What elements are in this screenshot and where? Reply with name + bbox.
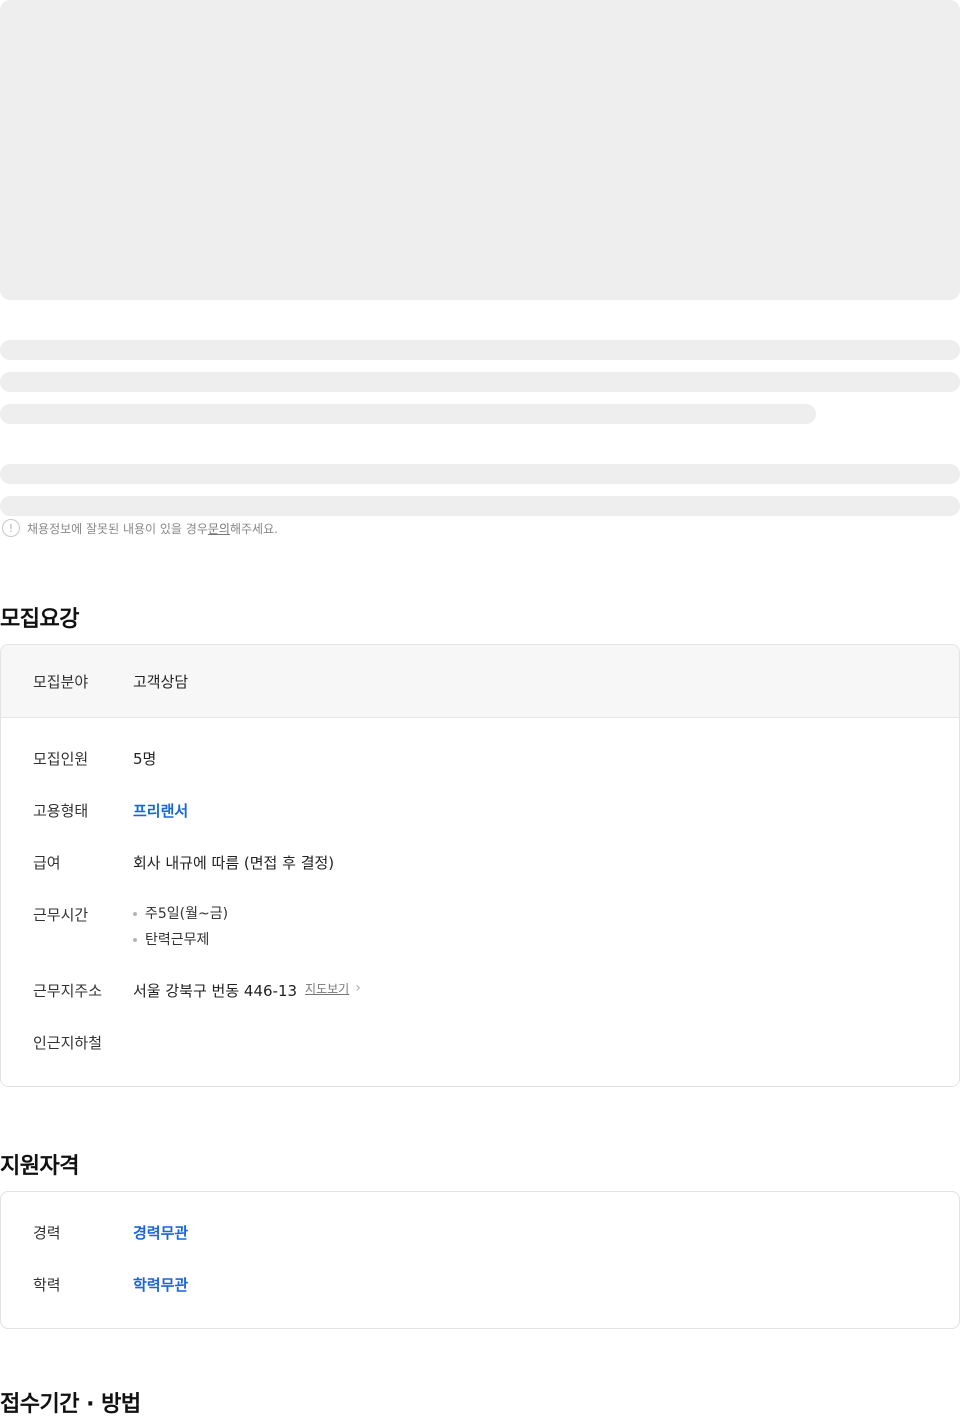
nearby-subway-row: 인근지하철 — [1, 1032, 959, 1072]
field-value: 고객상담 — [133, 672, 189, 691]
list-item: 주5일(월~금) — [133, 904, 228, 930]
headcount-value: 5명 — [133, 750, 157, 768]
application-section-title: 접수기간 · 방법 — [0, 1392, 141, 1417]
headcount-row: 모집인원 5명 — [1, 748, 959, 800]
qualifications-card: 경력 경력무관 학력 학력무관 — [0, 1191, 960, 1329]
work-address-label: 근무지주소 — [33, 982, 103, 1000]
exclamation-circle-icon: ! — [2, 519, 20, 537]
work-address-value: 서울 강북구 번동 446-13 — [133, 982, 298, 1000]
skeleton-line — [0, 372, 960, 392]
salary-row: 급여 회사 내규에 따름 (면접 후 결정) — [1, 852, 959, 904]
nearby-subway-label: 인근지하철 — [33, 1034, 103, 1052]
work-hours-row: 근무시간 주5일(월~금) 탄력근무제 — [1, 904, 959, 980]
employment-type-row: 고용형태 프리랜서 — [1, 800, 959, 852]
notice-text-after: 해주세요. — [229, 521, 278, 536]
chevron-right-icon: › — [355, 980, 361, 996]
experience-row: 경력 경력무관 — [1, 1222, 959, 1274]
inquiry-link[interactable]: 문의 — [208, 520, 230, 537]
salary-value: 회사 내규에 따름 (면접 후 결정) — [133, 854, 335, 872]
skeleton-line — [0, 496, 960, 516]
work-hours-label: 근무시간 — [33, 906, 89, 924]
recruitment-card: 모집분야 고객상담 모집인원 5명 고용형태 프리랜서 급여 회사 내규에 따름… — [0, 644, 960, 1087]
work-hours-list: 주5일(월~금) 탄력근무제 — [133, 904, 228, 956]
salary-label: 급여 — [33, 854, 61, 872]
skeleton-line — [0, 404, 816, 424]
headcount-label: 모집인원 — [33, 750, 89, 768]
education-row: 학력 학력무관 — [1, 1274, 959, 1314]
skeleton-line — [0, 464, 960, 484]
education-label: 학력 — [33, 1276, 61, 1294]
qualifications-section-title: 지원자격 — [0, 1154, 79, 1179]
education-value: 학력무관 — [133, 1276, 189, 1294]
skeleton-image-placeholder — [0, 0, 960, 300]
employment-type-value: 프리랜서 — [133, 802, 189, 820]
field-label: 모집분야 — [33, 672, 89, 691]
experience-value: 경력무관 — [133, 1224, 189, 1242]
error-report-notice: ! 채용정보에 잘못된 내용이 있을 경우 문의 해주세요. — [2, 518, 278, 538]
job-detail-page: ! 채용정보에 잘못된 내용이 있을 경우 문의 해주세요. 모집요강 모집분야… — [0, 0, 960, 1417]
skeleton-line — [0, 340, 960, 360]
recruitment-field-row: 모집분야 고객상담 — [1, 645, 959, 718]
notice-text-before: 채용정보에 잘못된 내용이 있을 경우 — [27, 521, 208, 536]
view-map-link[interactable]: 지도보기 — [305, 980, 349, 997]
employment-type-label: 고용형태 — [33, 802, 89, 820]
list-item: 탄력근무제 — [133, 930, 228, 956]
recruitment-section-title: 모집요강 — [0, 607, 79, 632]
experience-label: 경력 — [33, 1224, 61, 1242]
work-address-row: 근무지주소 서울 강북구 번동 446-13 지도보기 › — [1, 980, 959, 1032]
